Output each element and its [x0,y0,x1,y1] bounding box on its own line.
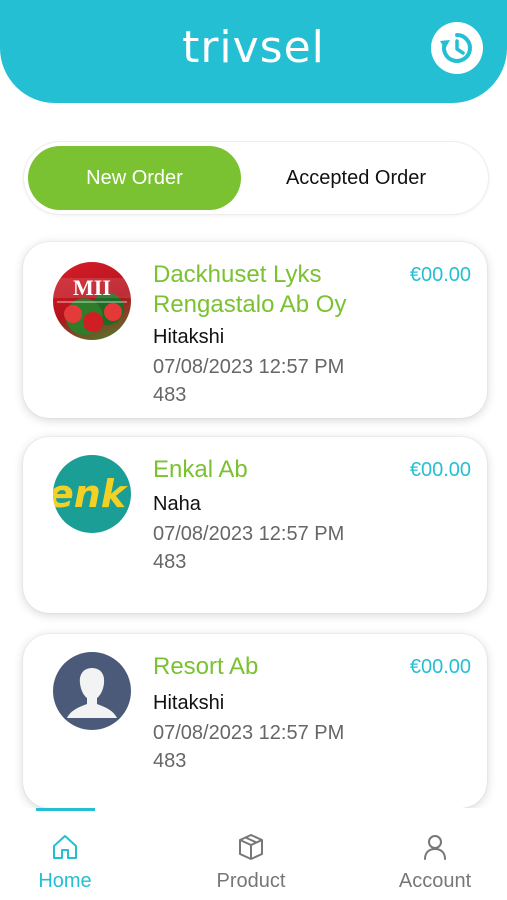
app-header: trivsel [0,0,507,103]
order-tabs: New Order Accepted Order [24,142,488,214]
user-avatar [53,652,131,730]
home-icon [53,835,77,859]
order-date: 07/08/2023 12:57 PM [153,356,345,378]
box-icon [239,834,263,860]
nav-account-label: Account [398,870,472,892]
person-name: Hitakshi [153,326,225,348]
nav-home-label: Home [38,870,92,892]
avatar-text: enk [53,472,129,516]
order-price: €00.00 [409,656,471,678]
nav-product[interactable]: Product [191,830,311,893]
order-price: €00.00 [409,459,471,481]
nav-account[interactable]: Account [375,830,495,893]
tab-accepted-order[interactable]: Accepted Order [256,146,456,210]
person-name: Naha [153,493,201,515]
company-name: Dackhuset Lyks Rengastalo Ab Oy [153,261,347,318]
order-card[interactable]: enk Enkal Ab €00.00 Naha 07/08/2023 12:5… [23,437,487,613]
nav-product-label: Product [216,870,286,892]
order-number: 483 [153,384,187,406]
bottom-nav: Home Product Account [0,808,507,900]
person-name: Hitakshi [153,692,225,714]
order-number: 483 [153,551,187,573]
order-card[interactable]: Resort Ab €00.00 Hitakshi 07/08/2023 12:… [23,634,487,808]
company-name: Resort Ab [153,653,259,680]
order-date: 07/08/2023 12:57 PM [153,722,345,744]
company-name: Enkal Ab [153,456,248,483]
order-price: €00.00 [409,264,471,286]
user-icon [424,835,446,860]
order-card[interactable]: MII Dackhuset Lyks Rengastalo Ab Oy €00.… [23,242,487,418]
avatar-text: MII [73,275,111,300]
history-button[interactable] [431,22,483,74]
history-icon [440,33,472,63]
company-avatar: MII [53,262,131,340]
order-number: 483 [153,750,187,772]
order-date: 07/08/2023 12:57 PM [153,523,345,545]
person-icon [67,668,117,718]
nav-home[interactable]: Home [5,830,125,893]
tab-new-order[interactable]: New Order [28,146,241,210]
company-avatar: enk [53,455,131,533]
active-tab-indicator [36,808,95,811]
